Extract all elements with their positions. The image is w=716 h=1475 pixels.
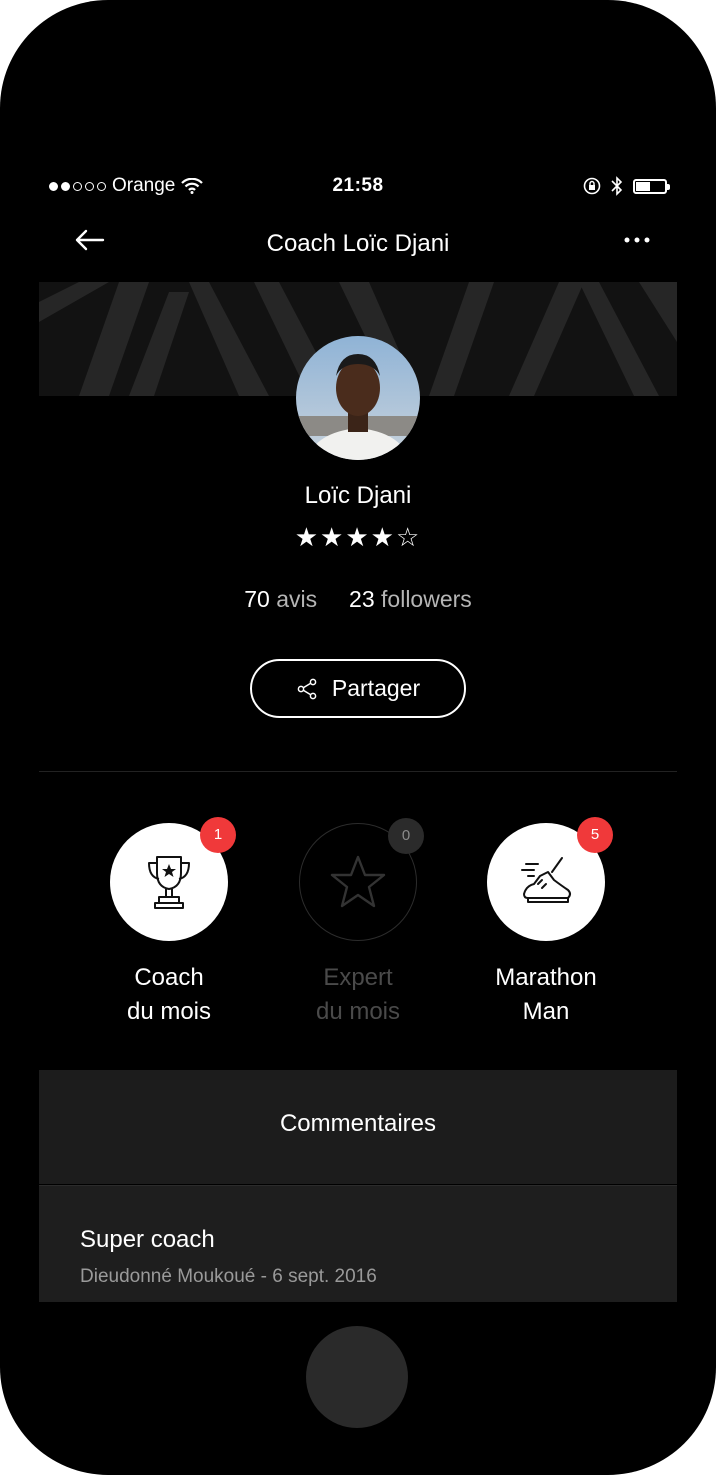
followers-label[interactable]: followers: [381, 586, 472, 612]
section-divider: [39, 771, 677, 772]
badge-count: 5: [577, 817, 613, 853]
badge-count: 0: [388, 818, 424, 854]
comment-item[interactable]: Super coach Dieudonné Moukoué - 6 sept. …: [39, 1185, 677, 1302]
bluetooth-icon: [611, 176, 623, 196]
badge-label-line1: Coach: [134, 964, 204, 991]
profile-avatar: [296, 336, 420, 460]
orientation-lock-icon: [583, 177, 601, 195]
badge-label-line2: du mois: [126, 998, 212, 1025]
badge-count: 1: [200, 817, 236, 853]
app-screen: Orange 21:58 Coach Loïc Djani Loïc Djani…: [39, 172, 677, 1302]
star-rating: ★★★★☆: [294, 522, 422, 552]
reviews-label[interactable]: avis: [276, 586, 317, 612]
badge-label-line2: Man: [522, 998, 570, 1025]
status-bar: Orange 21:58: [39, 172, 677, 200]
home-button[interactable]: [306, 1326, 408, 1428]
badge-label-line1: Marathon: [495, 964, 597, 991]
profile-name: Loïc Djani: [304, 482, 412, 509]
badge-label: Expert du mois: [278, 961, 438, 1029]
star-icon: [330, 855, 386, 908]
comments-title: Commentaires: [279, 1110, 437, 1137]
comment-title: Super coach: [80, 1226, 215, 1253]
comment-meta: Dieudonné Moukoué - 6 sept. 2016: [80, 1266, 377, 1287]
badge-circle: 0: [299, 818, 424, 941]
running-shoe-icon: [521, 857, 571, 903]
followers-count: 23: [349, 586, 375, 612]
status-right: [583, 176, 670, 196]
status-time: 21:58: [332, 175, 384, 196]
badge-circle: 5: [487, 817, 613, 941]
share-icon: [297, 678, 317, 699]
badge-circle: 1: [110, 817, 236, 941]
avatar-photo: [296, 336, 420, 460]
share-button[interactable]: Partager: [250, 659, 466, 718]
navigation-bar: Coach Loïc Djani: [39, 200, 677, 282]
trophy-icon: [148, 856, 190, 909]
badge-label: Marathon Man: [466, 961, 626, 1029]
profile-stats: 70 avis 23 followers: [39, 586, 677, 613]
badge-label: Coach du mois: [89, 961, 249, 1029]
share-label: Partager: [331, 675, 421, 701]
badge-coach-du-mois[interactable]: 1 Coach du mois: [89, 817, 249, 1029]
badge-label-line1: Expert: [323, 964, 393, 991]
more-options-button[interactable]: [623, 230, 653, 258]
comments-header: Commentaires: [39, 1070, 677, 1184]
phone-frame: Orange 21:58 Coach Loïc Djani Loïc Djani…: [0, 0, 716, 1475]
more-dots-icon: [624, 237, 650, 243]
badge-label-line2: du mois: [315, 998, 401, 1025]
reviews-count: 70: [244, 586, 270, 612]
page-title: Coach Loïc Djani: [266, 230, 450, 257]
badge-expert-du-mois[interactable]: 0 Expert du mois: [278, 818, 438, 1029]
battery-icon: [633, 178, 670, 194]
badge-marathon-man[interactable]: 5 Marathon Man: [466, 817, 626, 1029]
